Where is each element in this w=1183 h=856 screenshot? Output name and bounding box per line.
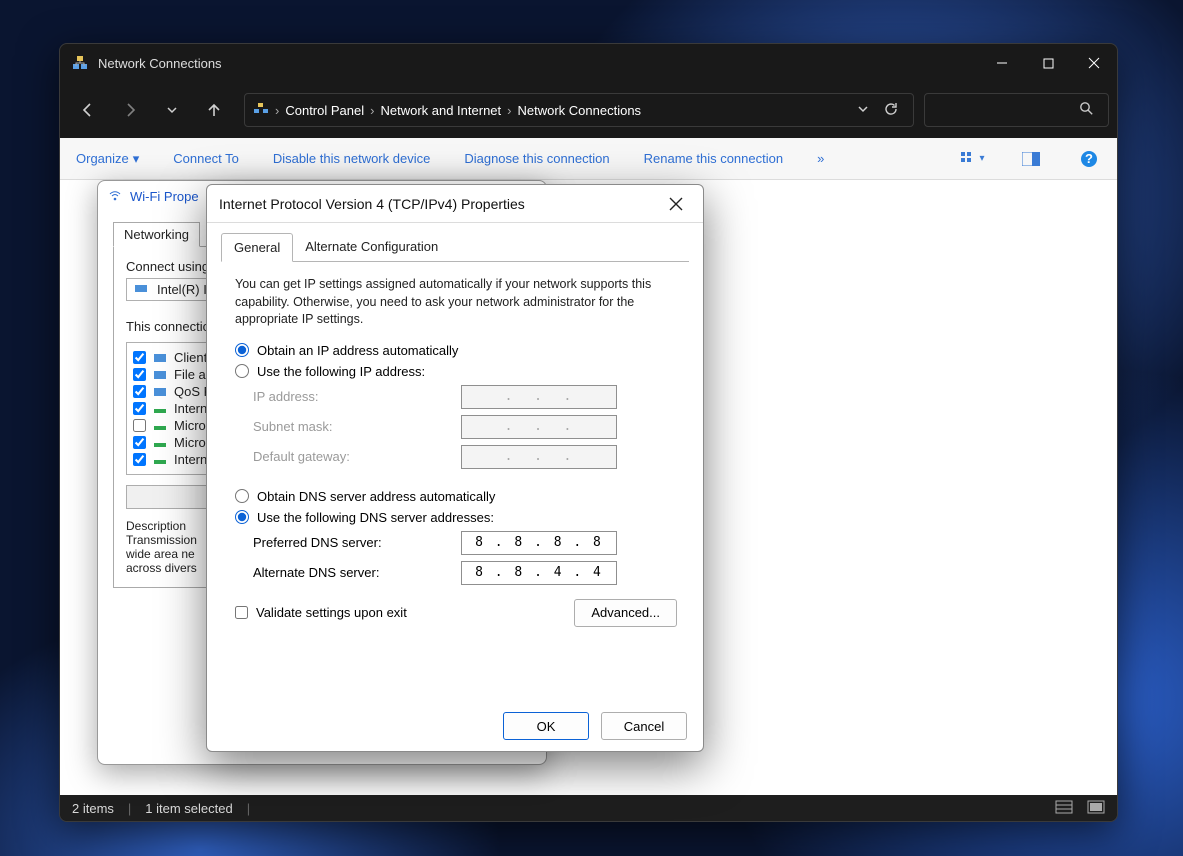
search-box[interactable]	[924, 93, 1109, 127]
breadcrumb-control-panel[interactable]: Control Panel	[285, 103, 364, 118]
status-separator: |	[247, 801, 250, 816]
protocol-icon	[152, 420, 168, 432]
validate-on-exit-label: Validate settings upon exit	[256, 605, 407, 620]
radio-ip-auto-label: Obtain an IP address automatically	[257, 343, 458, 358]
explorer-statusbar: 2 items | 1 item selected |	[60, 795, 1117, 821]
validate-on-exit-checkbox[interactable]	[235, 606, 248, 619]
preferred-dns-label: Preferred DNS server:	[253, 535, 461, 550]
ok-button[interactable]: OK	[503, 712, 589, 740]
address-refresh-button[interactable]	[883, 101, 899, 120]
ipv4-help-text: You can get IP settings assigned automat…	[235, 276, 677, 329]
address-icon	[253, 103, 269, 118]
service-icon	[152, 369, 168, 381]
svg-text:?: ?	[1085, 151, 1093, 166]
status-view-large-icon[interactable]	[1087, 800, 1105, 817]
explorer-title: Network Connections	[98, 56, 222, 71]
dropdown-caret-icon: ▾	[133, 151, 140, 167]
ip-address-label: IP address:	[253, 389, 461, 404]
nav-recent-dropdown[interactable]	[152, 90, 192, 130]
tab-alternate-configuration[interactable]: Alternate Configuration	[293, 233, 450, 261]
radio-ip-auto[interactable]	[235, 343, 249, 357]
default-gateway-label: Default gateway:	[253, 449, 461, 464]
tab-general[interactable]: General	[221, 233, 293, 262]
ipv4-tabstrip: General Alternate Configuration	[221, 233, 689, 262]
nav-up-button[interactable]	[194, 90, 234, 130]
ip-address-input	[461, 385, 617, 409]
radio-dns-auto-label: Obtain DNS server address automatically	[257, 489, 495, 504]
cmd-organize[interactable]: Organize ▾	[76, 151, 139, 167]
ipv4-titlebar: Internet Protocol Version 4 (TCP/IPv4) P…	[207, 185, 703, 223]
radio-dns-manual-label: Use the following DNS server addresses:	[257, 510, 494, 525]
breadcrumb-network-internet[interactable]: Network and Internet	[380, 103, 501, 118]
explorer-navrow: › Control Panel › Network and Internet ›…	[60, 82, 1117, 138]
nav-back-button[interactable]	[68, 90, 108, 130]
view-options-button[interactable]: ▾	[961, 147, 985, 171]
cmd-connect-to[interactable]: Connect To	[173, 151, 239, 166]
nav-forward-button[interactable]	[110, 90, 150, 130]
search-icon	[1079, 101, 1094, 119]
ipv4-properties-dialog: Internet Protocol Version 4 (TCP/IPv4) P…	[206, 184, 704, 752]
dialog-close-button[interactable]	[661, 189, 691, 219]
status-separator: |	[128, 801, 131, 816]
adapter-icon	[133, 282, 149, 297]
status-selected-count: 1 item selected	[145, 801, 232, 816]
cmd-overflow[interactable]: »	[817, 151, 824, 166]
cmd-diagnose[interactable]: Diagnose this connection	[464, 151, 609, 166]
explorer-titlebar: Network Connections	[60, 44, 1117, 82]
wifi-icon	[108, 188, 122, 205]
status-item-count: 2 items	[72, 801, 114, 816]
item-checkbox[interactable]	[133, 368, 146, 381]
cmd-rename[interactable]: Rename this connection	[644, 151, 783, 166]
radio-ip-manual[interactable]	[235, 364, 249, 378]
breadcrumb-network-connections[interactable]: Network Connections	[518, 103, 642, 118]
chevron-right-icon: ›	[370, 103, 374, 118]
subnet-mask-input	[461, 415, 617, 439]
protocol-icon	[152, 403, 168, 415]
network-connections-icon	[72, 55, 88, 71]
item-checkbox[interactable]	[133, 351, 146, 364]
address-dropdown-icon[interactable]	[857, 103, 869, 118]
window-minimize-button[interactable]	[979, 44, 1025, 82]
alternate-dns-label: Alternate DNS server:	[253, 565, 461, 580]
window-close-button[interactable]	[1071, 44, 1117, 82]
item-checkbox[interactable]	[133, 436, 146, 449]
alternate-dns-input[interactable]	[461, 561, 617, 585]
explorer-window: Network Connections › Control Panel › Ne…	[59, 43, 1118, 822]
ipv4-dialog-footer: OK Cancel	[207, 701, 703, 751]
subnet-mask-label: Subnet mask:	[253, 419, 461, 434]
radio-dns-manual[interactable]	[235, 510, 249, 524]
qos-icon	[152, 386, 168, 398]
adapter-name: Intel(R) I	[157, 282, 207, 297]
chevron-right-icon: ›	[507, 103, 511, 118]
wifi-dialog-title: Wi-Fi Prope	[130, 189, 199, 204]
command-bar: Organize ▾ Connect To Disable this netwo…	[60, 138, 1117, 180]
item-checkbox[interactable]	[133, 385, 146, 398]
wifi-tab-networking[interactable]: Networking	[113, 222, 200, 247]
address-bar[interactable]: › Control Panel › Network and Internet ›…	[244, 93, 914, 127]
protocol-icon	[152, 437, 168, 449]
ipv4-dialog-title: Internet Protocol Version 4 (TCP/IPv4) P…	[219, 196, 661, 212]
preferred-dns-input[interactable]	[461, 531, 617, 555]
help-button[interactable]: ?	[1077, 147, 1101, 171]
item-checkbox[interactable]	[133, 453, 146, 466]
protocol-icon	[152, 454, 168, 466]
window-maximize-button[interactable]	[1025, 44, 1071, 82]
item-checkbox[interactable]	[133, 402, 146, 415]
preview-pane-button[interactable]	[1019, 147, 1043, 171]
status-view-details-icon[interactable]	[1055, 800, 1073, 817]
item-checkbox[interactable]	[133, 419, 146, 432]
cancel-button[interactable]: Cancel	[601, 712, 687, 740]
radio-dns-auto[interactable]	[235, 489, 249, 503]
default-gateway-input	[461, 445, 617, 469]
radio-ip-manual-label: Use the following IP address:	[257, 364, 425, 379]
explorer-content: ✕ Wi-Fi Prope NetworkingSh Connect using…	[60, 180, 1117, 795]
dropdown-caret-icon: ▾	[979, 153, 984, 164]
advanced-button[interactable]: Advanced...	[574, 599, 677, 627]
client-icon	[152, 352, 168, 364]
cmd-disable-device[interactable]: Disable this network device	[273, 151, 431, 166]
chevron-right-icon: ›	[275, 103, 279, 118]
